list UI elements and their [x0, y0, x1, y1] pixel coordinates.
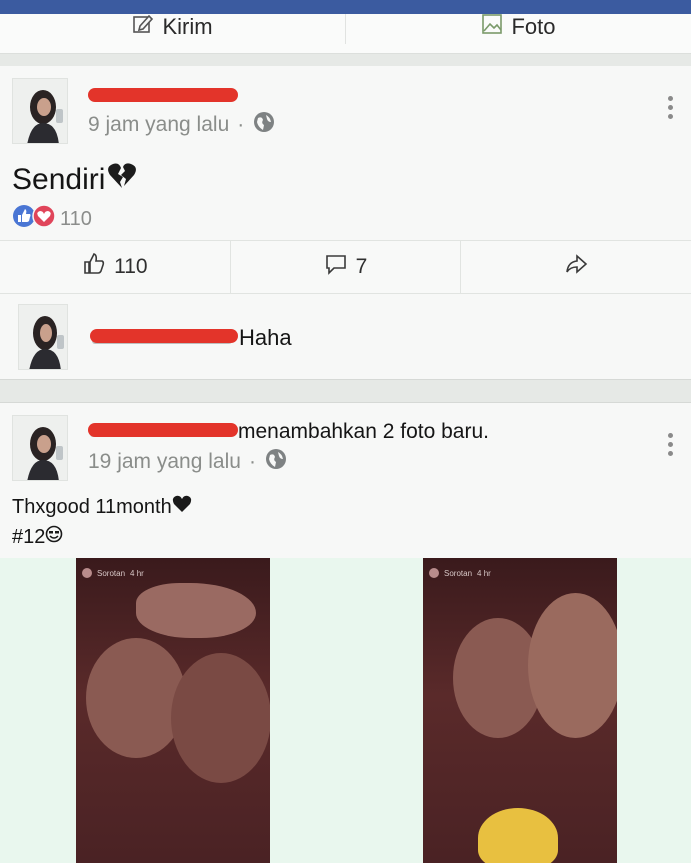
- story-header: Sorotan 4 hr: [82, 568, 144, 578]
- photo-subject: [86, 638, 186, 758]
- redaction-mark: [90, 329, 238, 343]
- comment-button[interactable]: 7: [231, 241, 462, 293]
- post-text-content: Thxgood 11month: [12, 495, 172, 518]
- heart-icon: [32, 204, 56, 234]
- like-icon: [82, 252, 106, 282]
- more-icon[interactable]: [668, 96, 674, 119]
- send-button[interactable]: Kirim: [0, 14, 345, 40]
- post-action: menambahkan 2 foto baru.: [238, 420, 489, 443]
- globe-icon: [264, 447, 288, 477]
- timestamp: 19 jam yang lalu: [88, 450, 241, 473]
- composer-actions: Kirim Foto: [0, 14, 691, 54]
- comment-text: Haha: [239, 325, 292, 350]
- photo-label: Foto: [511, 14, 556, 39]
- photo-button[interactable]: Foto: [346, 14, 691, 40]
- photo-subject: [528, 593, 617, 738]
- post-meta: 19 jam yang lalu ·: [88, 447, 288, 477]
- story-header: Sorotan 4 hr: [429, 568, 491, 578]
- more-icon[interactable]: [668, 433, 674, 456]
- like-button[interactable]: 110: [0, 241, 231, 293]
- post-meta: 9 jam yang lalu ·: [88, 110, 276, 140]
- post-actions: 110 7: [0, 240, 691, 294]
- photo-thumbnail[interactable]: Sorotan 4 hr: [423, 558, 617, 863]
- pencil-icon: [132, 13, 154, 41]
- broken-heart-icon: [107, 162, 137, 198]
- heart-icon: [172, 495, 192, 519]
- photo-subject: [171, 653, 270, 783]
- separator-dot: ·: [248, 450, 256, 473]
- commenter-avatar[interactable]: [18, 304, 68, 370]
- send-label: Kirim: [162, 14, 213, 39]
- photo-hand: [136, 583, 256, 638]
- story-source: Sorotan: [444, 568, 473, 578]
- photo-grid: Sorotan 4 hr Sorotan 4 hr: [0, 558, 691, 863]
- smile-icon: [45, 525, 63, 549]
- comment-count: 7: [355, 255, 368, 278]
- story-age: 4 hr: [477, 568, 491, 578]
- photo-icon: [481, 13, 503, 41]
- reaction-summary[interactable]: 110: [12, 204, 92, 234]
- feed-gap: [0, 379, 691, 403]
- comment-icon: [324, 252, 348, 282]
- redaction-mark: [88, 88, 238, 102]
- share-button[interactable]: [461, 241, 691, 293]
- heart-hands-emoji: [478, 808, 558, 863]
- avatar[interactable]: [12, 415, 68, 481]
- separator-dot: ·: [237, 113, 245, 136]
- post-text-content: #12: [12, 525, 46, 548]
- reaction-count: 110: [60, 207, 92, 230]
- post-text-line1: Thxgood 11month: [12, 495, 192, 519]
- post-text-content: Sendiri: [12, 163, 106, 196]
- timestamp: 9 jam yang lalu: [88, 113, 230, 136]
- post-text-line2: #12: [12, 525, 63, 549]
- share-icon: [564, 252, 588, 282]
- story-age: 4 hr: [130, 568, 144, 578]
- photo-thumbnail[interactable]: Sorotan 4 hr: [76, 558, 270, 863]
- post-card: 9 jam yang lalu · Sendiri 110 110 7 Haha: [0, 66, 691, 379]
- globe-icon: [252, 110, 276, 140]
- like-count: 110: [114, 255, 148, 278]
- story-source: Sorotan: [97, 568, 126, 578]
- feed-gap: [0, 54, 691, 66]
- redaction-mark: [88, 423, 238, 437]
- post-text: Sendiri: [12, 162, 137, 198]
- avatar[interactable]: [12, 78, 68, 144]
- story-avatar: [429, 568, 439, 578]
- story-avatar: [82, 568, 92, 578]
